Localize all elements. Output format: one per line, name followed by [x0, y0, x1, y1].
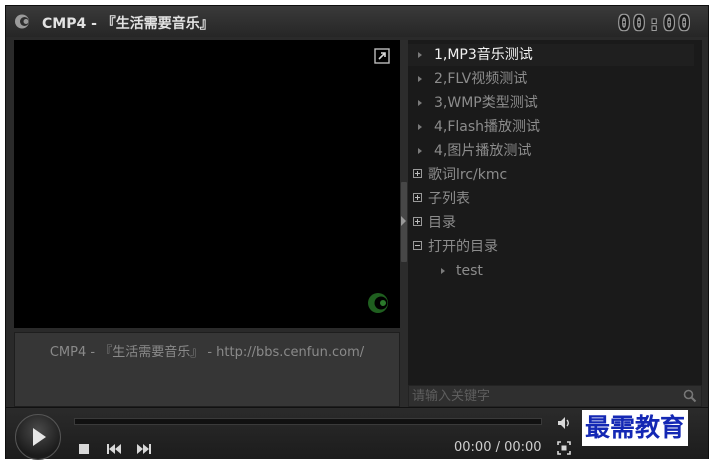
playlist-item-label: 1,MP3音乐测试 [434, 47, 533, 63]
playlist-item[interactable]: 1,MP3音乐测试 [408, 44, 694, 66]
volume-icon[interactable] [557, 416, 573, 430]
playlist-item[interactable]: 2,FLV视频测试 [408, 68, 694, 90]
info-caption: CMP4 - 『生活需要音乐』 - http://bbs.cenfun.com/ [49, 345, 365, 360]
playlist-item-label: 3,WMP类型测试 [434, 95, 538, 111]
panel-splitter[interactable] [400, 40, 408, 407]
time-display: 00:00 [618, 11, 694, 35]
bullet-icon [418, 52, 422, 58]
info-panel: CMP4 - 『生活需要音乐』 - http://bbs.cenfun.com/ [14, 332, 400, 407]
playlist-folder-label: 打开的目录 [428, 239, 498, 255]
playlist-folder-label: 目录 [428, 215, 456, 231]
window-title: CMP4 - 『生活需要音乐』 [42, 16, 214, 32]
playlist-item[interactable]: 4,Flash播放测试 [408, 116, 694, 138]
player-window: CMP4 - 『生活需要音乐』 00:00 CMP4 - 『生活需要音乐』 - … [5, 5, 709, 460]
playlist-item-label: 2,FLV视频测试 [434, 71, 528, 87]
playlist-item-label: test [456, 263, 483, 279]
cmp4-logo-icon [15, 14, 29, 29]
bullet-icon [418, 100, 422, 106]
playlist-folder[interactable]: 打开的目录 [408, 236, 694, 258]
play-button[interactable] [15, 414, 61, 460]
previous-icon[interactable] [106, 443, 122, 455]
bullet-icon [418, 124, 422, 130]
playlist-folder[interactable]: 目录 [408, 212, 694, 234]
bullet-icon [418, 148, 422, 154]
playlist-folder[interactable]: 歌词lrc/kmc [408, 164, 694, 186]
playlist-item[interactable]: 4,图片播放测试 [408, 140, 694, 162]
expand-plus-icon[interactable] [413, 217, 422, 226]
playlist-folder-label: 子列表 [428, 191, 470, 207]
stop-icon[interactable] [78, 443, 90, 455]
search-input[interactable] [412, 387, 672, 405]
playlist-item-label: 4,Flash播放测试 [434, 119, 541, 135]
playlist-folder[interactable]: 子列表 [408, 188, 694, 210]
playlist-panel: 1,MP3音乐测试 2,FLV视频测试 3,WMP类型测试 4,Flash播放测… [408, 40, 702, 385]
fullscreen-icon[interactable] [557, 441, 571, 455]
watermark-overlay: 最需教育 [582, 410, 689, 446]
bullet-icon [441, 268, 445, 274]
playlist-item-label: 4,图片播放测试 [434, 143, 532, 159]
time-readout: 00:00 / 00:00 [454, 440, 542, 455]
expand-plus-icon[interactable] [413, 193, 422, 202]
video-area[interactable] [14, 40, 400, 328]
collapse-minus-icon[interactable] [413, 241, 422, 250]
search-box [408, 385, 702, 407]
playlist-child-item[interactable]: test [408, 260, 694, 282]
expand-plus-icon[interactable] [413, 169, 422, 178]
collapse-arrow-icon[interactable] [401, 216, 406, 226]
progress-bar[interactable] [74, 418, 542, 425]
bullet-icon [418, 76, 422, 82]
playlist-folder-label: 歌词lrc/kmc [428, 167, 508, 183]
title-bar: CMP4 - 『生活需要音乐』 00:00 [6, 6, 708, 37]
next-icon[interactable] [136, 443, 152, 455]
cmp4-watermark-icon [368, 293, 388, 313]
expand-icon[interactable] [374, 48, 390, 64]
play-icon [33, 428, 46, 446]
search-icon[interactable] [683, 389, 697, 403]
playlist-item[interactable]: 3,WMP类型测试 [408, 92, 694, 114]
